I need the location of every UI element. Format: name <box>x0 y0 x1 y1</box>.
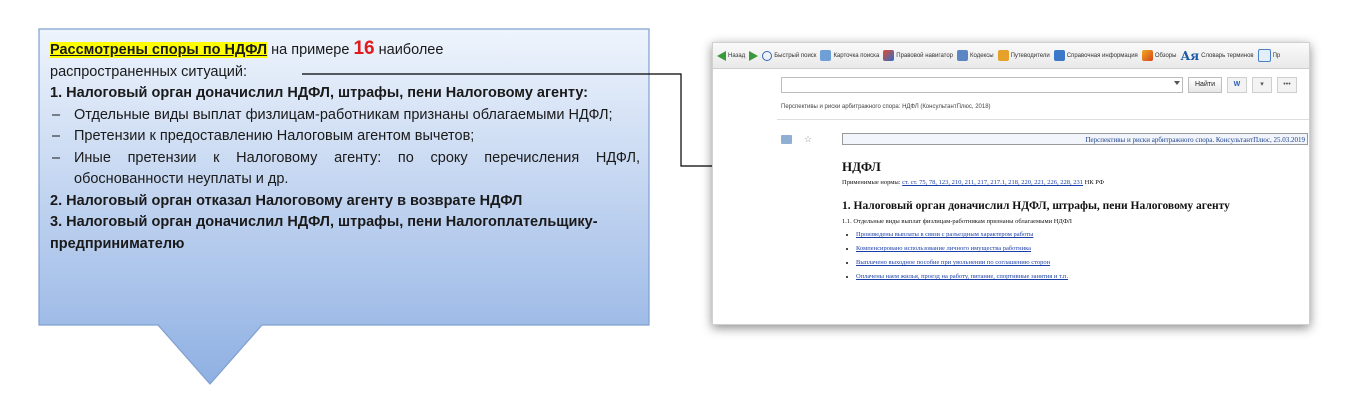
list-item: Оплачены наем жилья, проезд на работу, п… <box>856 273 1302 280</box>
intro-text: на примере <box>267 42 354 58</box>
doc-icons: ☆ <box>781 135 812 144</box>
star-icon[interactable]: ☆ <box>804 135 812 144</box>
more-button[interactable]: Пр <box>1257 49 1280 62</box>
section-title: 1. Налоговый орган доначислил НДФЛ, штра… <box>842 200 1230 212</box>
print-icon[interactable]: ▾ <box>1251 77 1272 93</box>
toolbar: Назад Быстрый поиск Карточка поиска Прав… <box>713 43 1309 69</box>
dictionary-button[interactable]: Ая Словарь терминов <box>1180 49 1253 63</box>
magnifier-icon <box>762 50 773 61</box>
legal-navigator-button[interactable]: Правовой навигатор <box>883 50 953 61</box>
breadcrumb[interactable]: Перспективы и риски арбитражного спора: … <box>781 104 991 110</box>
search-input[interactable] <box>781 77 1183 93</box>
quick-search-button[interactable]: Быстрый поиск <box>762 50 816 61</box>
case-link[interactable]: Выплачено выходное пособие при увольнени… <box>856 259 1050 266</box>
forward-arrow-icon[interactable] <box>749 50 759 61</box>
item-1: 1. Налоговый орган доначислил НДФЛ, штра… <box>50 85 589 101</box>
card-search-button[interactable]: Карточка поиска <box>820 50 879 61</box>
intro-line-2: распространенных ситуаций: <box>50 63 248 80</box>
app-screenshot: Назад Быстрый поиск Карточка поиска Прав… <box>712 42 1310 325</box>
note-icon[interactable] <box>781 135 792 144</box>
search-row: Найти W ▾ ••• <box>781 77 1305 93</box>
divider <box>777 119 1309 120</box>
document-content: НДФЛ Применимые нормы: ст. ст. 75, 78, 1… <box>842 159 1302 287</box>
list-item: Компенсировано использование личного иму… <box>856 245 1302 252</box>
document-title: НДФЛ <box>842 159 881 174</box>
dictionary-icon: Ая <box>1180 48 1200 63</box>
more-icon <box>1257 49 1271 62</box>
codes-icon <box>957 50 969 61</box>
callout-box: Рассмотрены споры по НДФЛ на примере 16 … <box>38 28 650 385</box>
intro-text-end: наиболее <box>374 42 444 58</box>
reference-icon <box>1053 50 1065 61</box>
case-link[interactable]: Компенсировано использование личного иму… <box>856 245 1031 252</box>
guides-button[interactable]: Путеводители <box>997 50 1050 61</box>
list-item: Выплачено выходное пособие при увольнени… <box>856 259 1302 266</box>
navigator-icon <box>883 50 895 61</box>
highlight-title: Рассмотрены споры по НДФЛ <box>50 42 268 58</box>
dropdown-icon[interactable] <box>1174 81 1180 85</box>
back-arrow-icon <box>717 50 726 61</box>
case-link[interactable]: Оплачены наем жилья, проезд на работу, п… <box>856 273 1068 280</box>
bullet-1: Отдельные виды выплат физлицам-работника… <box>50 105 640 127</box>
item-2: 2. Налоговый орган отказал Налоговому аг… <box>50 192 523 209</box>
situations-count: 16 <box>353 38 375 59</box>
find-button[interactable]: Найти <box>1188 77 1222 93</box>
reviews-icon <box>1141 50 1153 61</box>
card-search-icon <box>820 50 832 61</box>
back-button[interactable]: Назад <box>717 50 745 61</box>
codes-button[interactable]: Кодексы <box>957 50 994 61</box>
word-icon[interactable]: W <box>1226 77 1247 93</box>
norms-links[interactable]: ст. ст. 75, 78, 123, 210, 211, 217, 217.… <box>902 179 1083 186</box>
more-options-button[interactable]: ••• <box>1276 77 1297 93</box>
document-source-bar: Перспективы и риски арбитражного спора. … <box>842 133 1308 145</box>
case-link[interactable]: Произведены выплаты в связи с разъездным… <box>856 231 1033 238</box>
item-3: 3. Налоговый орган доначислил НДФЛ, штра… <box>50 214 598 252</box>
bullet-3: Иные претензии к Налоговому агенту: по с… <box>50 148 640 191</box>
bullet-2: Претензии к предоставлению Налоговым аге… <box>50 126 640 148</box>
case-links-list: Произведены выплаты в связи с разъездным… <box>842 231 1302 280</box>
guides-icon <box>997 50 1009 61</box>
list-item: Произведены выплаты в связи с разъездным… <box>856 231 1302 238</box>
subsection-title: 1.1. Отдельные виды выплат физлицам-рабо… <box>842 218 1072 225</box>
applicable-norms: Применимые нормы: ст. ст. 75, 78, 123, 2… <box>842 179 1104 186</box>
reviews-button[interactable]: Обзоры <box>1141 50 1176 61</box>
reference-button[interactable]: Справочная информация <box>1053 50 1138 61</box>
